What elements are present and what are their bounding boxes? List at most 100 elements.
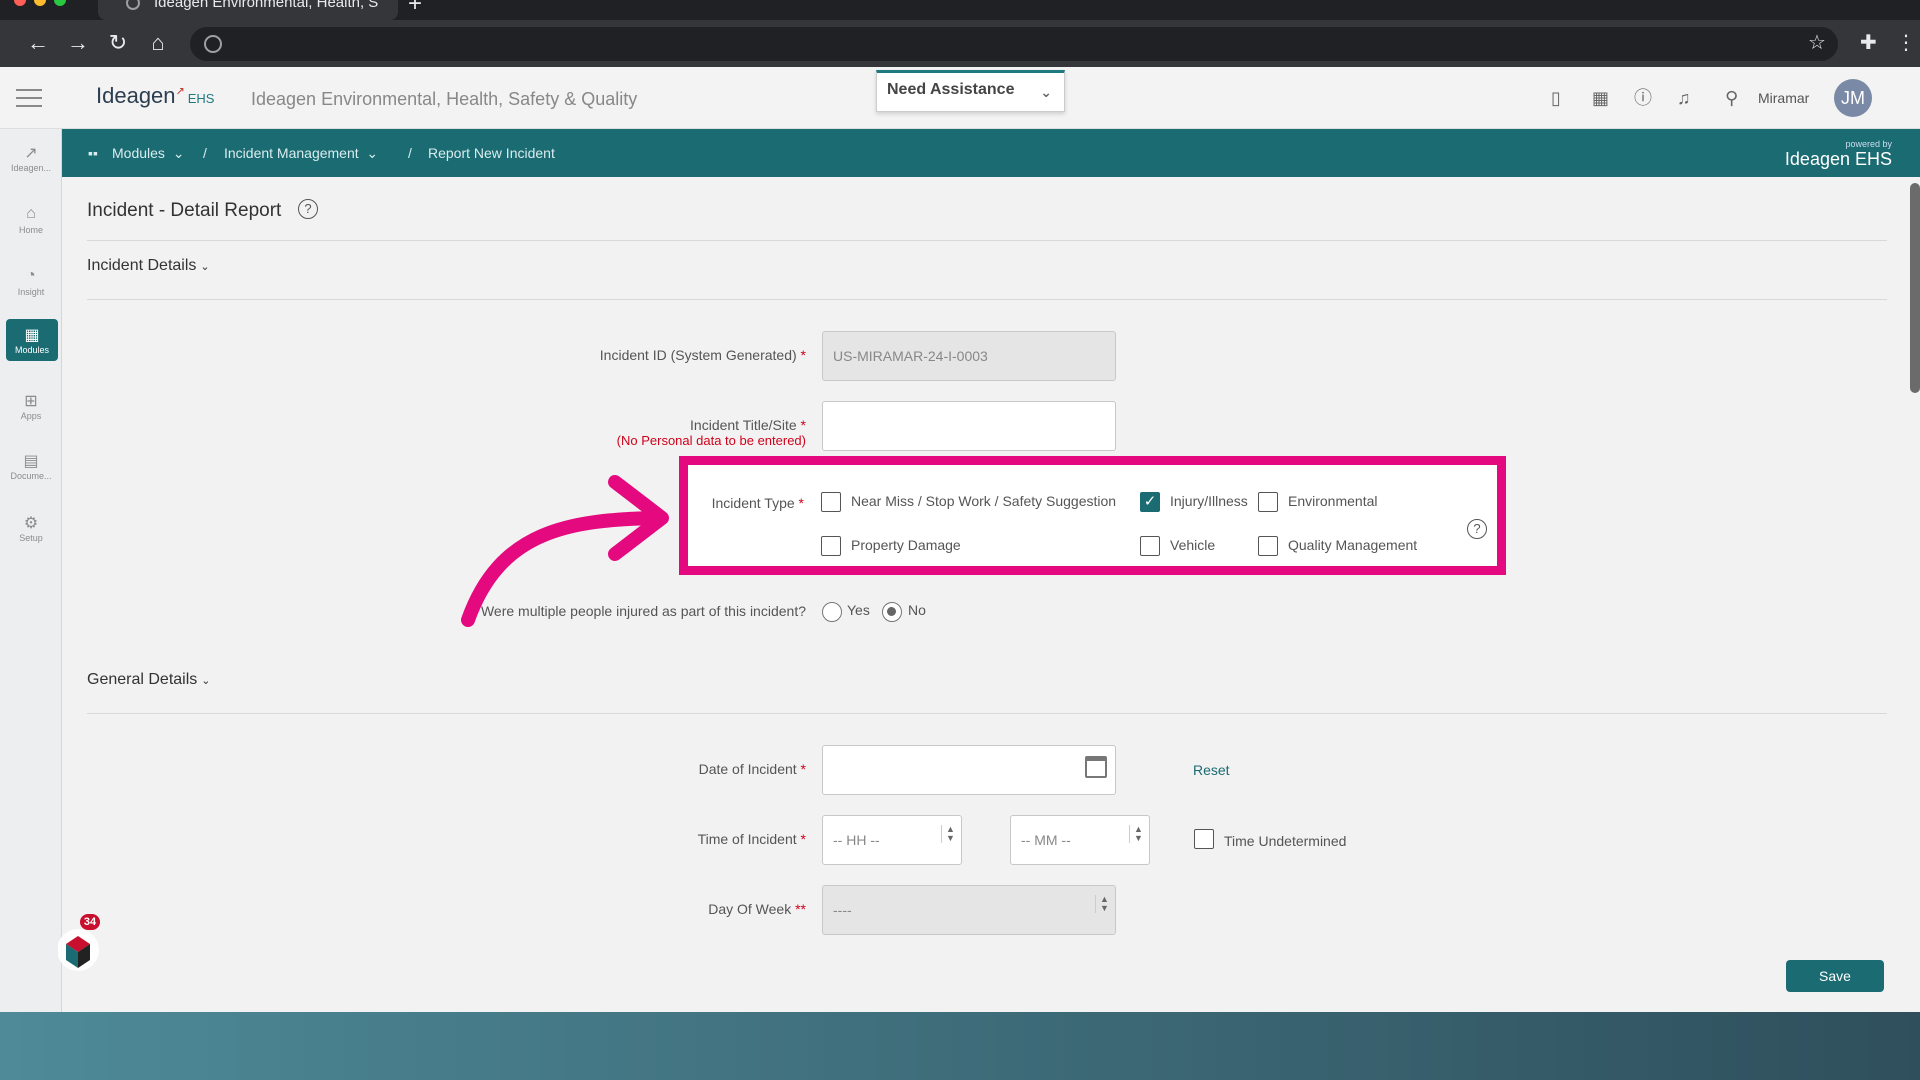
maximize-window-icon[interactable] xyxy=(54,0,66,6)
vehicle-checkbox[interactable] xyxy=(1140,536,1160,556)
property-damage-checkbox[interactable] xyxy=(821,536,841,556)
tab-favicon-icon xyxy=(126,0,140,10)
breadcrumb: ▪▪ Modules ⌄ / Incident Management ⌄ / R… xyxy=(62,129,1920,177)
rail-item-modules[interactable]: ▦ Modules xyxy=(6,319,58,361)
rail-item-documents[interactable]: ▤ Docume... xyxy=(0,451,62,481)
minute-select[interactable]: -- MM -- ▲ ▼ xyxy=(1010,815,1150,865)
mobile-icon[interactable]: ▯ xyxy=(1551,88,1561,108)
site-info-icon[interactable] xyxy=(204,35,222,53)
property-damage-label: Property Damage xyxy=(851,537,961,553)
bell-icon[interactable]: ♫ xyxy=(1677,88,1691,108)
incident-type-highlight: Incident Type * Near Miss / Stop Work / … xyxy=(679,456,1506,575)
incident-id-label: Incident ID (System Generated) * xyxy=(599,347,806,363)
injury-illness-checkbox[interactable]: ✓ xyxy=(1140,492,1160,512)
annotation-arrow-icon xyxy=(461,475,669,627)
divider xyxy=(87,299,1887,300)
location-pin-icon[interactable]: ⚲ xyxy=(1725,88,1738,108)
help-icon[interactable]: ⓘ xyxy=(1634,88,1652,108)
close-window-icon[interactable] xyxy=(14,0,26,6)
new-tab-icon[interactable]: + xyxy=(408,0,422,18)
powered-by-logo: powered by Ideagen EHS xyxy=(1784,139,1892,169)
hour-select[interactable]: -- HH -- ▲ ▼ xyxy=(822,815,962,865)
background-band xyxy=(0,1012,1920,1080)
general-details-toggle[interactable]: General Details ⌄ xyxy=(87,671,211,689)
divider xyxy=(87,240,1887,241)
reset-date-link[interactable]: Reset xyxy=(1193,762,1230,778)
breadcrumb-modules[interactable]: Modules ⌄ xyxy=(112,145,184,162)
browser-tabbar: Ideagen Environmental, Health, S + xyxy=(0,0,1920,20)
incident-title-input[interactable] xyxy=(822,401,1116,451)
browser-toolbar: ← → ↻ ⌂ ☆ ✚ ⋮ xyxy=(0,20,1920,67)
incident-type-label: Incident Type * xyxy=(711,495,804,511)
incident-details-toggle[interactable]: Incident Details ⌄ xyxy=(87,257,210,275)
breadcrumb-separator: / xyxy=(203,145,207,161)
save-button[interactable]: Save xyxy=(1786,960,1884,992)
near-miss-label: Near Miss / Stop Work / Safety Suggestio… xyxy=(851,493,1117,509)
bookmark-star-icon[interactable]: ☆ xyxy=(1808,30,1826,56)
need-assistance-dropdown[interactable]: Need Assistance ⌄ xyxy=(876,70,1065,112)
day-of-week-select: ---- ▲ ▼ xyxy=(822,885,1116,935)
rail-item-ideagen[interactable]: ↗ Ideagen... xyxy=(0,143,62,173)
extensions-icon[interactable]: ✚ xyxy=(1860,30,1877,56)
logo-text: Ideagen xyxy=(96,83,176,108)
need-assistance-label: Need Assistance xyxy=(887,81,1015,98)
quality-management-checkbox[interactable] xyxy=(1258,536,1278,556)
incident-title-label: Incident Title/Site * (No Personal data … xyxy=(462,417,806,448)
rail-item-setup[interactable]: ⚙ Setup xyxy=(0,513,62,543)
rail-item-apps[interactable]: ⊞ Apps xyxy=(0,391,62,421)
stepper-icon: ▲ ▼ xyxy=(1129,825,1143,843)
back-icon[interactable]: ← xyxy=(24,30,52,56)
injury-illness-label: Injury/Illness xyxy=(1170,493,1248,509)
gear-icon: ⚙ xyxy=(23,515,39,532)
browser-tab[interactable]: Ideagen Environmental, Health, S xyxy=(98,0,398,20)
scrollbar[interactable] xyxy=(1910,183,1920,393)
multiple-injured-no-radio[interactable] xyxy=(882,602,902,622)
hamburger-menu-icon[interactable] xyxy=(16,89,42,113)
no-label: No xyxy=(908,602,926,618)
minimize-window-icon[interactable] xyxy=(34,0,46,6)
date-of-incident-input[interactable] xyxy=(822,745,1116,795)
stepper-icon: ▲ ▼ xyxy=(941,825,955,843)
avatar[interactable]: JM xyxy=(1834,79,1872,117)
location-name[interactable]: Miramar xyxy=(1758,90,1809,106)
calendar-icon[interactable] xyxy=(1085,756,1107,778)
environmental-checkbox[interactable] xyxy=(1258,492,1278,512)
multiple-injured-yes-radio[interactable] xyxy=(822,602,842,622)
modules-icon: ▦ xyxy=(24,327,40,344)
browser-tab-title: Ideagen Environmental, Health, S xyxy=(154,0,379,11)
breadcrumb-incident-management[interactable]: Incident Management ⌄ xyxy=(224,145,378,162)
forward-icon[interactable]: → xyxy=(64,30,92,56)
rail-item-home[interactable]: ⌂ Home xyxy=(0,205,62,235)
help-icon[interactable]: ? xyxy=(298,199,318,219)
reload-icon[interactable]: ↻ xyxy=(104,30,132,56)
divider xyxy=(87,713,1887,714)
chevron-down-icon: ⌄ xyxy=(1040,84,1052,100)
incident-type-help-icon[interactable]: ? xyxy=(1467,519,1487,539)
stepper-icon: ▲ ▼ xyxy=(1095,895,1109,913)
yes-label: Yes xyxy=(847,602,870,618)
main-content: Incident - Detail Report ? Incident Deta… xyxy=(62,177,1920,1012)
calendar-icon[interactable]: ▦ xyxy=(1592,88,1609,108)
rail-item-insight[interactable]: ◔ Insight xyxy=(0,267,62,297)
home-browser-icon[interactable]: ⌂ xyxy=(144,30,172,56)
near-miss-checkbox[interactable] xyxy=(821,492,841,512)
home-icon: ⌂ xyxy=(26,205,36,222)
document-icon: ▤ xyxy=(23,453,39,470)
breadcrumb-separator: / xyxy=(408,145,412,161)
ideagen-logo[interactable]: Ideagen↗ EHS xyxy=(96,83,214,109)
browser-menu-icon[interactable]: ⋮ xyxy=(1896,30,1916,56)
window-controls[interactable] xyxy=(14,0,66,6)
app-header: Ideagen↗ EHS Ideagen Environmental, Healt… xyxy=(0,67,1920,129)
time-undetermined-checkbox[interactable] xyxy=(1194,829,1214,849)
day-of-week-label: Day Of Week ** xyxy=(708,901,806,917)
notification-badge: 34 xyxy=(80,914,100,930)
date-of-incident-label: Date of Incident * xyxy=(698,761,806,777)
ideagen-icon: ↗ xyxy=(24,145,38,162)
breadcrumb-current: Report New Incident xyxy=(428,145,555,161)
vehicle-label: Vehicle xyxy=(1170,537,1216,553)
address-bar[interactable] xyxy=(190,27,1838,61)
environmental-label: Environmental xyxy=(1288,493,1378,509)
page-title: Incident - Detail Report xyxy=(87,200,282,221)
logo-suffix: EHS xyxy=(187,91,215,106)
app-title: Ideagen Environmental, Health, Safety & … xyxy=(251,89,638,109)
